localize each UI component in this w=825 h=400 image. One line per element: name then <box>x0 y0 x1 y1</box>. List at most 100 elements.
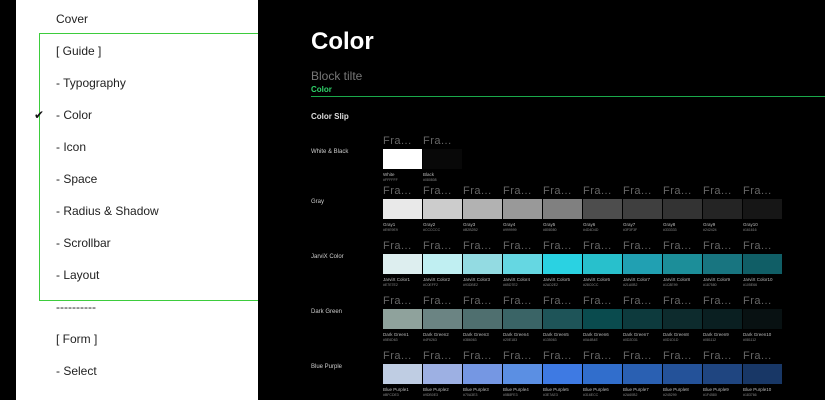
color-swatch[interactable] <box>463 254 502 274</box>
color-swatch[interactable] <box>383 364 422 384</box>
menu-item[interactable]: Cover <box>56 12 88 26</box>
swatch-name: Blue Purple8 <box>663 387 689 392</box>
color-swatch[interactable] <box>703 199 742 219</box>
menu-item[interactable]: - Scrollbar <box>56 236 111 250</box>
swatch-hex: #161616 <box>743 228 757 232</box>
color-swatch[interactable] <box>743 364 782 384</box>
frame-label: Fra... <box>743 295 772 307</box>
color-swatch[interactable] <box>743 199 782 219</box>
page-menu-dropdown: Cover [ Guide ] - Typography - Color ✔ - Icon… <box>16 0 258 400</box>
color-swatch[interactable] <box>543 254 582 274</box>
color-swatch[interactable] <box>383 149 422 169</box>
swatch-name: Blue Purple9 <box>703 387 729 392</box>
color-swatch[interactable] <box>703 254 742 274</box>
swatch-name: Dark Green6 <box>583 332 609 337</box>
swatch-name: JarviX Color6 <box>583 277 611 282</box>
swatch-hex: #28C0CC <box>583 283 599 287</box>
color-swatch[interactable] <box>583 364 622 384</box>
color-swatch[interactable] <box>503 254 542 274</box>
frame-label: Fra... <box>383 350 412 362</box>
color-swatch[interactable] <box>423 149 462 169</box>
frame-label: Fra... <box>623 295 652 307</box>
swatch-hex: #BFCDE3 <box>383 393 399 397</box>
swatch-hex: #E9E9E9 <box>383 228 398 232</box>
swatch-name: JarviX Color3 <box>463 277 491 282</box>
swatch-hex: #999999 <box>503 228 517 232</box>
swatch-hex: #081112 <box>743 338 757 342</box>
swatch-hex: #0D2D31 <box>623 338 638 342</box>
color-swatch[interactable] <box>543 199 582 219</box>
swatch-name: Blue Purple3 <box>463 387 489 392</box>
color-swatch[interactable] <box>703 364 742 384</box>
color-swatch[interactable] <box>663 364 702 384</box>
color-swatch[interactable] <box>503 199 542 219</box>
color-swatch[interactable] <box>503 309 542 329</box>
swatch-hex: #65D7E2 <box>503 283 518 287</box>
menu-item[interactable]: - Radius & Shadow <box>56 204 159 218</box>
color-swatch[interactable] <box>623 254 662 274</box>
frame-label: Fra... <box>463 295 492 307</box>
color-swatch[interactable] <box>663 199 702 219</box>
color-swatch[interactable] <box>623 364 662 384</box>
color-swatch[interactable] <box>543 309 582 329</box>
color-swatch[interactable] <box>583 254 622 274</box>
frame-label: Fra... <box>543 240 572 252</box>
frame-label: Fra... <box>423 185 452 197</box>
swatch-hex: #187580 <box>703 283 717 287</box>
swatch-name: Dark Green1 <box>383 332 409 337</box>
color-swatch[interactable] <box>543 364 582 384</box>
color-swatch[interactable] <box>423 199 462 219</box>
color-swatch[interactable] <box>623 199 662 219</box>
frame-label: Fra... <box>743 185 772 197</box>
menu-item[interactable]: - Color <box>56 108 92 122</box>
color-swatch[interactable] <box>583 199 622 219</box>
menu-item[interactable]: - Select <box>56 364 97 378</box>
color-swatch[interactable] <box>463 309 502 329</box>
frame-label: Fra... <box>663 240 692 252</box>
swatch-hex: #70A3E3 <box>463 393 478 397</box>
swatch-hex: #4F6263 <box>423 338 437 342</box>
swatch-hex: #20E183 <box>503 338 518 342</box>
color-swatch[interactable] <box>423 364 462 384</box>
page-title: Color <box>311 28 374 55</box>
swatch-name: Gray5 <box>543 222 556 227</box>
swatch-name: Blue Purple7 <box>623 387 649 392</box>
color-swatch[interactable] <box>463 199 502 219</box>
menu-item[interactable]: - Icon <box>56 140 86 154</box>
swatch-hex: #2A60B2 <box>623 393 638 397</box>
menu-item[interactable]: [ Guide ] <box>56 44 101 58</box>
swatch-name: Gray3 <box>463 222 476 227</box>
swatch-hex: #333333 <box>663 228 677 232</box>
menu-item[interactable]: [ Form ] <box>56 332 97 346</box>
frame-label: Fra... <box>503 350 532 362</box>
swatch-name: Dark Green4 <box>503 332 529 337</box>
color-swatch[interactable] <box>623 309 662 329</box>
frame-label: Fra... <box>663 295 692 307</box>
color-swatch[interactable] <box>503 364 542 384</box>
menu-item[interactable]: ---------- <box>56 300 96 314</box>
menu-item[interactable]: - Typography <box>56 76 126 90</box>
color-swatch[interactable] <box>383 309 422 329</box>
color-swatch[interactable] <box>463 364 502 384</box>
swatch-hex: #93DBE2 <box>463 283 478 287</box>
color-swatch[interactable] <box>743 309 782 329</box>
color-swatch[interactable] <box>663 254 702 274</box>
color-swatch[interactable] <box>423 309 462 329</box>
swatch-name: JarviX Color10 <box>743 277 773 282</box>
frame-label: Fra... <box>463 240 492 252</box>
frame-label: Fra... <box>623 240 652 252</box>
color-swatch[interactable] <box>383 254 422 274</box>
color-swatch[interactable] <box>583 309 622 329</box>
menu-item[interactable]: - Space <box>56 172 97 186</box>
frame-label: Fra... <box>743 240 772 252</box>
color-swatch[interactable] <box>423 254 462 274</box>
color-swatch[interactable] <box>743 254 782 274</box>
swatch-name: Gray2 <box>423 222 436 227</box>
color-swatch[interactable] <box>383 199 422 219</box>
menu-item[interactable]: - Layout <box>56 268 99 282</box>
swatch-hex: #5B8FE3 <box>503 393 518 397</box>
color-swatch[interactable] <box>703 309 742 329</box>
frame-label: Fra... <box>463 185 492 197</box>
color-swatch[interactable] <box>663 309 702 329</box>
color-group-label: Gray <box>311 199 325 205</box>
